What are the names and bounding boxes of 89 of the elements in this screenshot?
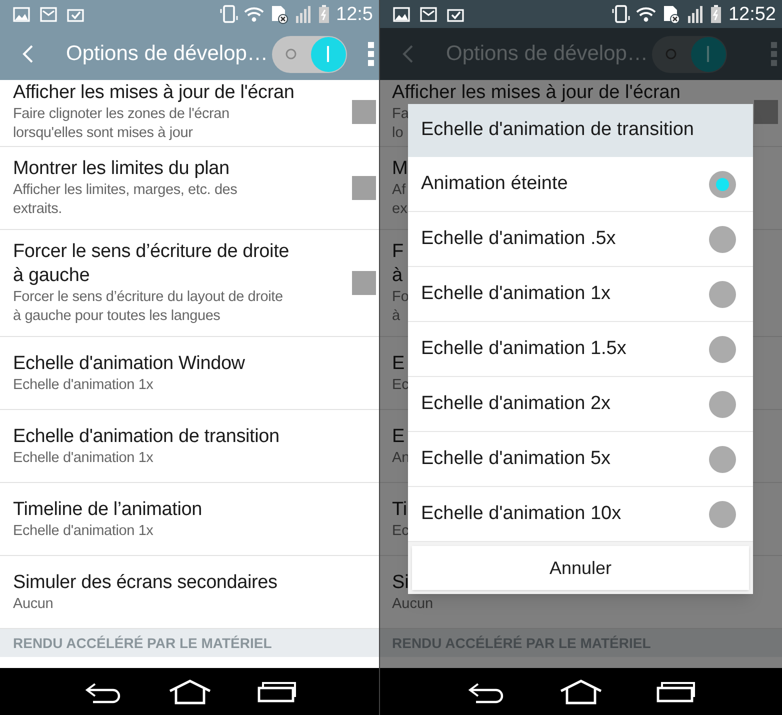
sim-card-error-icon — [270, 4, 288, 24]
option-label: Echelle d'animation 1x — [421, 282, 612, 306]
setting-title: Afficher les mises à jour de l'écran — [392, 81, 680, 105]
setting-title: Echelle d'animation Window — [13, 352, 246, 376]
checkbox[interactable] — [352, 100, 376, 124]
setting-summary: Aucun — [392, 594, 434, 614]
screen-title: Options de dévelop… — [66, 41, 268, 68]
radio-button[interactable] — [709, 336, 736, 362]
toggle-switch[interactable] — [652, 36, 727, 72]
checkbox[interactable] — [754, 100, 778, 124]
setting-title: E — [392, 352, 405, 376]
dialog-title: Echelle d'animation de transition — [421, 118, 694, 142]
battery-charging-icon — [318, 4, 330, 24]
setting-summary: Echelle d'animation 1x — [13, 522, 154, 540]
setting-summary: Ec — [392, 376, 409, 394]
option-row[interactable]: Echelle d'animation .5x — [408, 212, 753, 267]
setting-title: Ti — [392, 498, 408, 522]
off-symbol-icon — [284, 48, 297, 60]
option-row[interactable]: Animation éteinte — [408, 157, 753, 212]
option-label: Animation éteinte — [421, 172, 569, 196]
vibrate-icon — [220, 4, 238, 24]
setting-title: Si — [392, 570, 409, 594]
battery-charging-icon — [710, 4, 722, 24]
setting-title: Montrer les limites du plan — [13, 157, 230, 181]
option-row[interactable]: Echelle d'animation 1.5x — [408, 322, 753, 377]
signal-icon — [686, 4, 704, 24]
radio-button[interactable] — [709, 446, 736, 472]
setting-summary: lo — [392, 124, 404, 143]
off-symbol-icon — [664, 48, 677, 60]
setting-title: Timeline de l’animation — [13, 498, 204, 522]
setting-summary: à — [392, 307, 400, 326]
setting-summary: Af — [392, 181, 406, 200]
setting-summary: Echelle d'animation 1x — [13, 448, 154, 468]
screen-title: Options de dévelop… — [446, 41, 648, 68]
wifi-icon — [636, 6, 656, 22]
radio-button[interactable] — [709, 500, 736, 528]
setting-summary: Forcer le sens d’écriture du layout de droite à gauche pour toutes les langues — [13, 288, 284, 326]
home-icon[interactable] — [168, 678, 212, 704]
overflow-menu-icon[interactable] — [770, 41, 778, 67]
clock-time: 12:52 — [728, 4, 776, 24]
radio-button[interactable] — [709, 280, 736, 308]
option-label: Echelle d'animation 10x — [421, 502, 622, 526]
radio-button[interactable] — [709, 170, 736, 198]
clock-time: 12:5 — [336, 4, 373, 24]
option-label: Echelle d'animation 1.5x — [421, 336, 628, 361]
toggle-switch[interactable] — [272, 36, 347, 72]
sim-card-error-icon — [662, 4, 680, 24]
setting-summary: Faire clignoter les zones de l'écran lorsqu'elles sont mises à jour — [13, 105, 230, 143]
mail-icon — [420, 6, 437, 22]
vibrate-icon — [612, 4, 630, 24]
checkbox[interactable] — [352, 271, 376, 295]
clipboard-check-icon — [447, 6, 464, 22]
cancel-button[interactable]: Annuler — [412, 546, 749, 590]
option-row[interactable]: Echelle d'animation 5x — [408, 432, 753, 487]
setting-title: Echelle d'animation de transition — [13, 424, 280, 448]
setting-title: E — [392, 424, 405, 448]
clipboard-check-icon — [67, 6, 84, 22]
checkbox[interactable] — [352, 176, 376, 200]
setting-title: Simuler des écrans secondaires — [13, 570, 278, 594]
signal-icon — [294, 4, 312, 24]
mail-icon — [40, 6, 57, 22]
option-label: Echelle d'animation 2x — [421, 392, 612, 416]
back-icon[interactable] — [402, 44, 414, 64]
setting-summary: Fa — [392, 105, 409, 124]
setting-summary: Aucun — [13, 594, 54, 614]
option-label: Echelle d'animation 5x — [421, 446, 612, 471]
setting-title: F — [392, 240, 404, 264]
setting-title: à — [392, 264, 403, 288]
section-header: RENDU ACCÉLÉRÉ PAR LE MATÉRIEL — [13, 634, 272, 652]
setting-summary: Afficher les limites, marges, etc. des extraits. — [13, 181, 238, 219]
overflow-menu-icon[interactable] — [367, 41, 375, 67]
picture-icon — [13, 6, 30, 22]
setting-summary: Fo — [392, 288, 409, 307]
setting-title: M — [392, 157, 408, 181]
option-row[interactable]: Echelle d'animation 2x — [408, 377, 753, 432]
radio-button[interactable] — [709, 226, 736, 252]
setting-title: Afficher les mises à jour de l'écran — [13, 81, 293, 105]
setting-summary: Echelle d'animation 1x — [13, 376, 154, 394]
recent-apps-icon[interactable] — [656, 680, 696, 702]
setting-summary: ex — [392, 200, 408, 219]
radio-button[interactable] — [709, 390, 736, 418]
wifi-icon — [244, 6, 264, 22]
picture-icon — [393, 6, 410, 22]
option-label: Echelle d'animation .5x — [421, 226, 617, 251]
setting-summary: Ec — [392, 522, 409, 540]
home-icon[interactable] — [558, 678, 603, 704]
setting-title: Forcer le sens d’écriture de droite à gauche — [13, 240, 290, 288]
recent-apps-icon[interactable] — [256, 680, 296, 702]
option-row[interactable]: Echelle d'animation 1x — [408, 267, 753, 322]
